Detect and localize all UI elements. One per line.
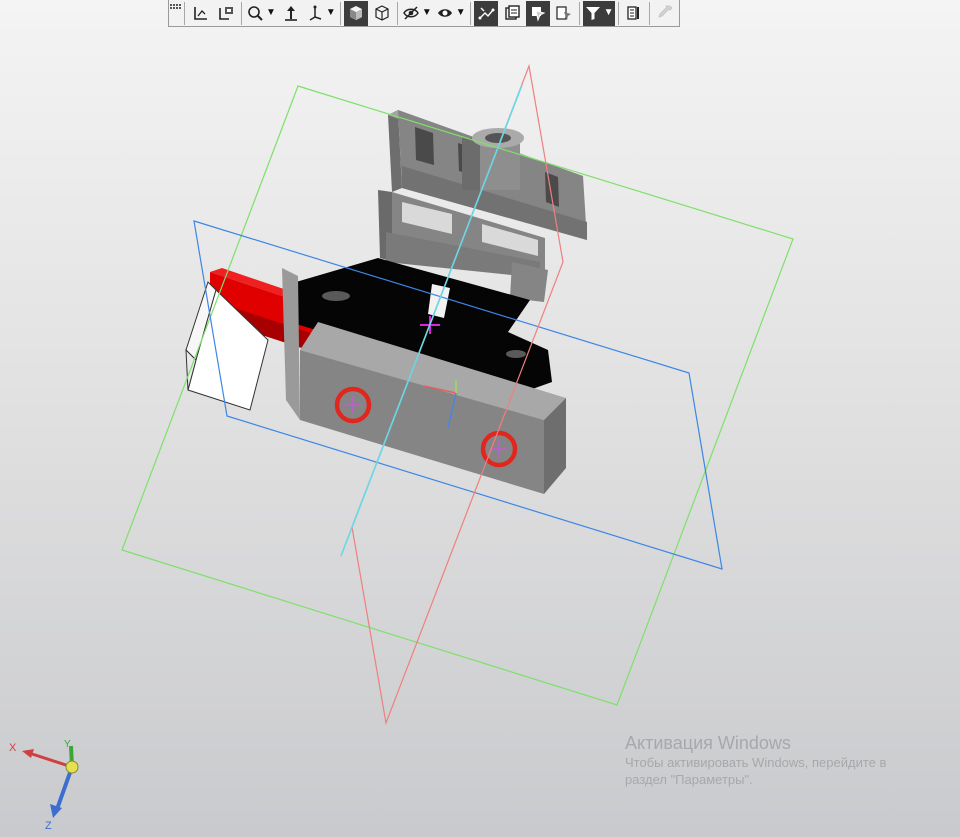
black-body-hole-left <box>322 291 350 301</box>
triad-x-label: X <box>9 742 17 754</box>
3d-viewport[interactable]: X Y Z <box>0 0 960 837</box>
triad-y-label: Y <box>64 739 71 750</box>
orientation-triad[interactable]: X Y Z <box>9 739 79 832</box>
triad-origin <box>65 760 79 774</box>
triad-z-label: Z <box>45 820 52 832</box>
triad-x-arrow <box>22 749 34 758</box>
black-body-hole-right <box>506 350 526 358</box>
bushing-hole <box>485 133 511 143</box>
triad-z-axis <box>54 766 74 813</box>
base-block-left-end <box>282 268 300 420</box>
bushing-shade <box>462 138 480 190</box>
triad-x-axis <box>25 750 73 769</box>
upper-frame-slot-left <box>415 127 434 165</box>
